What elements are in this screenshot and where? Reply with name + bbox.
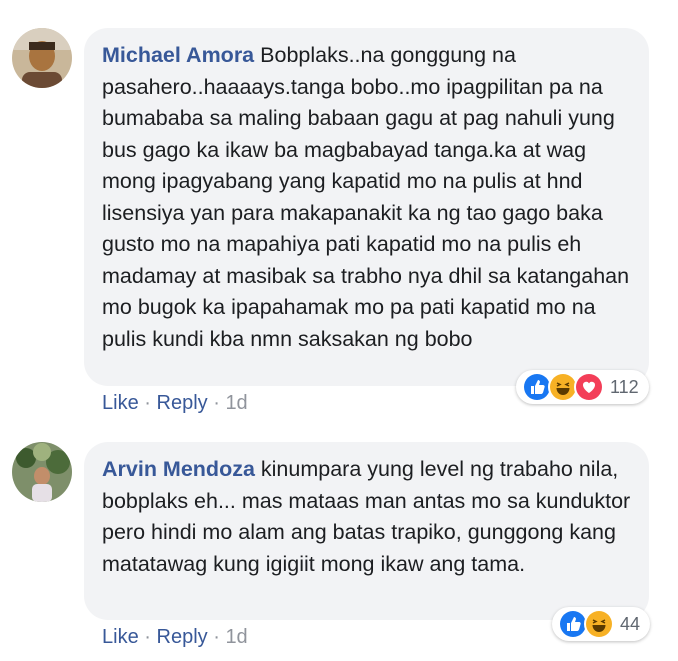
- separator: ·: [213, 392, 220, 414]
- avatar-photo-icon: [12, 442, 72, 502]
- avatar[interactable]: [12, 442, 72, 502]
- comment-actions: Like · Reply · 1d: [102, 392, 248, 415]
- love-icon: [574, 372, 604, 402]
- avatar-photo-icon: [12, 28, 72, 88]
- reaction-count: 112: [610, 376, 639, 397]
- comment-text: Bobplaks..na gonggung na pasahero..haaaa…: [102, 43, 630, 351]
- comment-actions: Like · Reply · 1d: [102, 626, 248, 649]
- avatar[interactable]: [12, 28, 72, 88]
- author-name[interactable]: Michael Amora: [102, 43, 254, 67]
- like-link[interactable]: Like: [102, 626, 139, 648]
- reactions-summary[interactable]: 44: [552, 607, 651, 641]
- reaction-count: 44: [620, 613, 641, 634]
- haha-icon: [584, 609, 614, 639]
- timestamp[interactable]: 1d: [225, 626, 247, 648]
- separator: ·: [213, 626, 220, 648]
- separator: ·: [144, 626, 151, 648]
- reply-link[interactable]: Reply: [157, 626, 208, 648]
- separator: ·: [144, 392, 151, 414]
- reply-link[interactable]: Reply: [157, 392, 208, 414]
- comment-bubble: Arvin Mendoza kinumpara yung level ng tra…: [84, 442, 649, 620]
- author-name[interactable]: Arvin Mendoza: [102, 457, 255, 481]
- timestamp[interactable]: 1d: [225, 392, 247, 414]
- comment-bubble: Michael Amora Bobplaks..na gonggung na pa…: [84, 28, 649, 386]
- like-link[interactable]: Like: [102, 392, 139, 414]
- reactions-summary[interactable]: 112: [516, 370, 649, 404]
